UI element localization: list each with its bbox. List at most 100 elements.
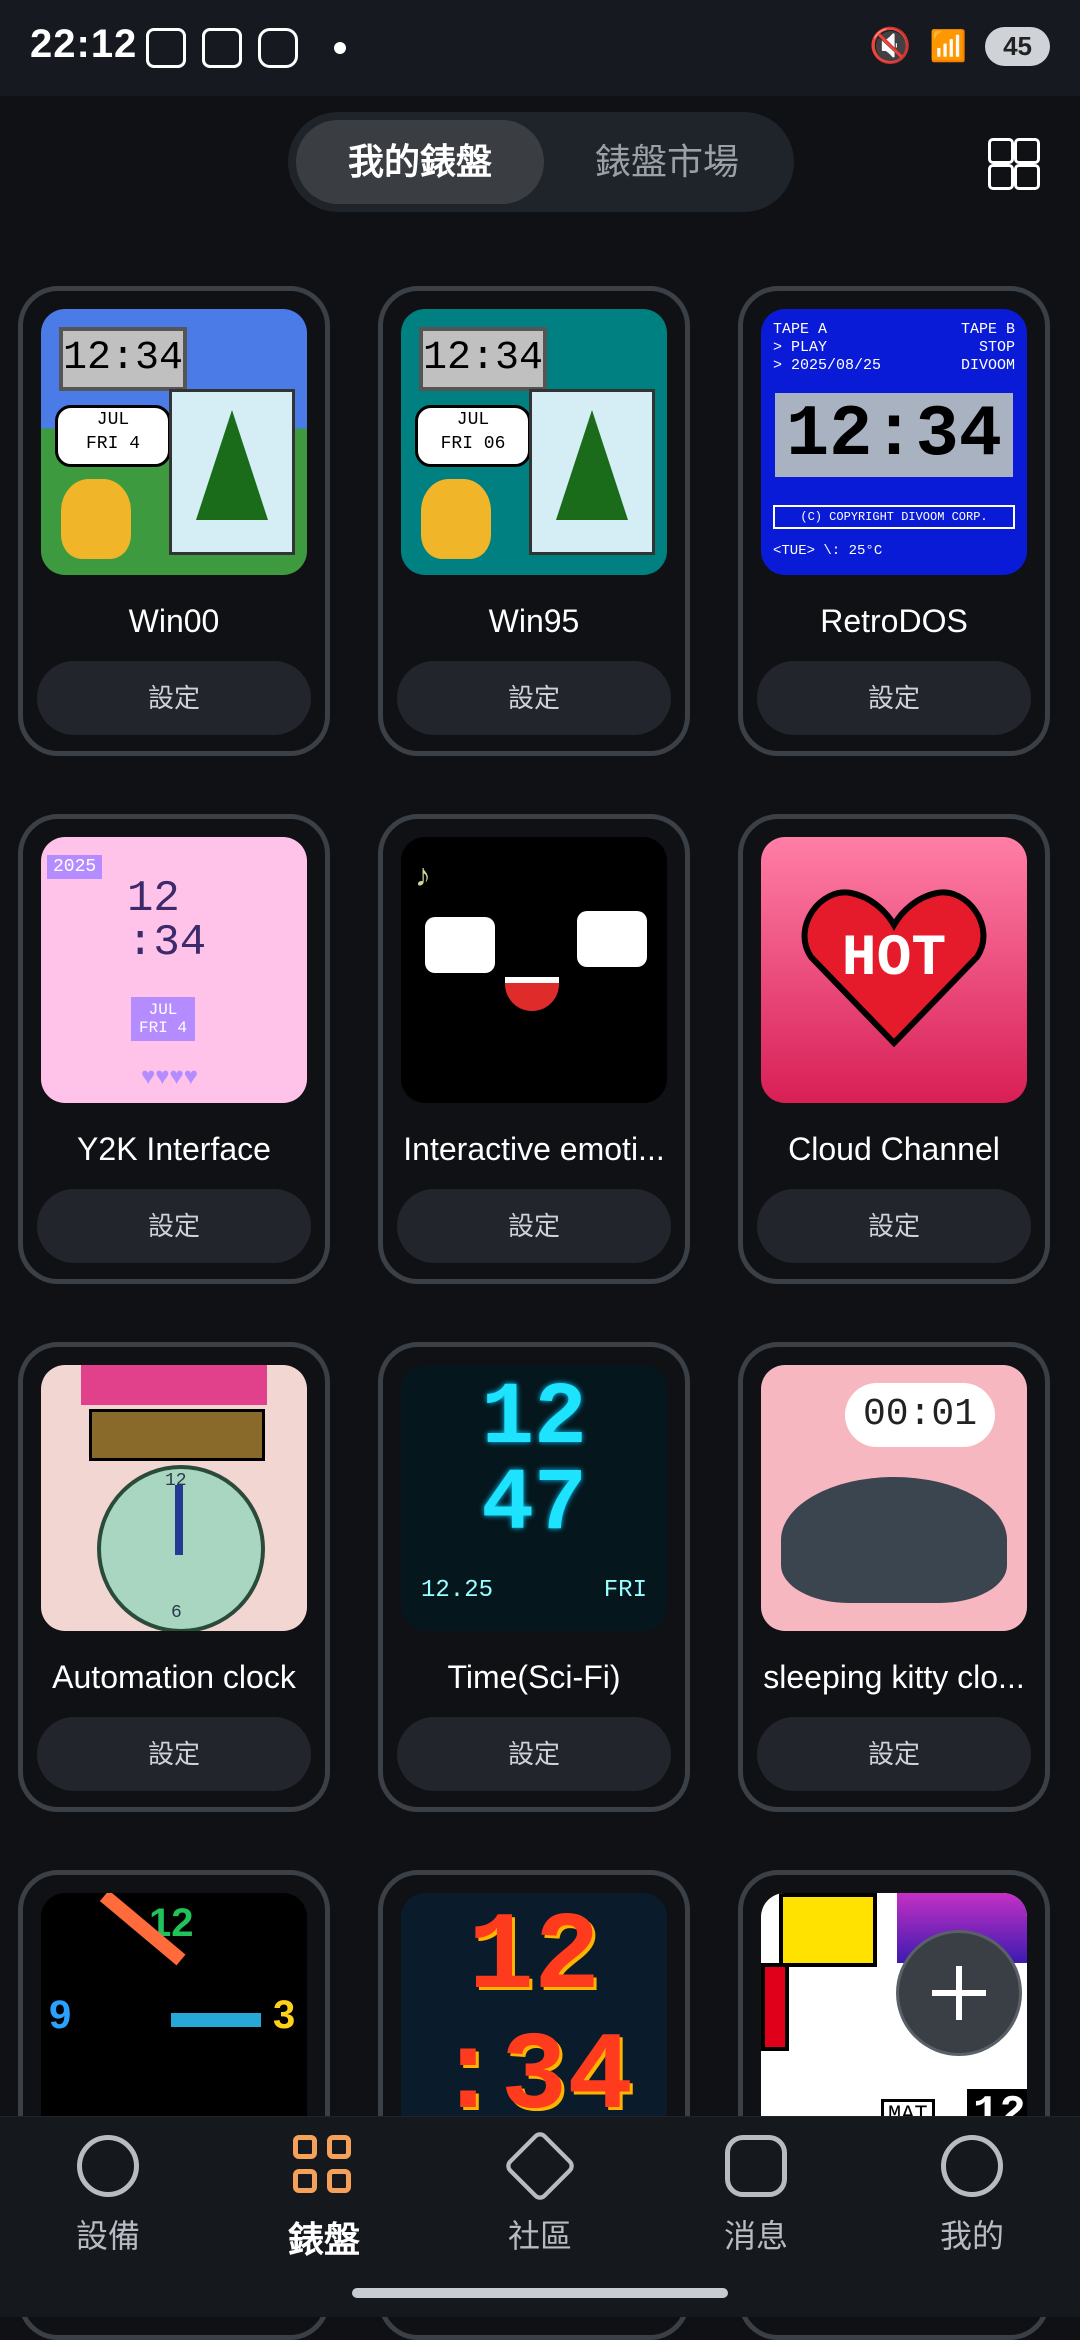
settings-button[interactable]: 設定: [757, 1717, 1031, 1791]
thumb-date: JUL FRI 4: [55, 405, 171, 467]
nav-label: 社區: [507, 2218, 572, 2254]
face-name: Time(Sci-Fi): [447, 1659, 621, 1695]
mo-app-icon: [202, 28, 242, 68]
face-card-win00[interactable]: 12:34 JUL FRI 4 Win00 設定: [18, 286, 330, 756]
nav-label: 設備: [75, 2218, 140, 2254]
thumb-date-day: FRI 4: [139, 1019, 188, 1037]
face-thumbnail: 12:34 JUL FRI 06: [401, 309, 667, 575]
thumb-date: JUL FRI 06: [415, 405, 531, 467]
face-tabs: 我的錶盤 錶盤市場: [288, 112, 794, 212]
thumb-time: 00:01: [845, 1383, 995, 1447]
pine-tree-icon: [529, 389, 655, 555]
nav-messages[interactable]: 消息: [676, 2135, 836, 2257]
face-thumbnail: 12:34 JUL FRI 4: [41, 309, 307, 575]
tab-face-market[interactable]: 錶盤市場: [548, 120, 786, 204]
face-thumbnail: 12 47 12.25 FRI: [401, 1365, 667, 1631]
instagram-icon: [258, 28, 298, 68]
settings-button[interactable]: 設定: [757, 661, 1031, 735]
thumb-hours: 12: [467, 1896, 601, 2021]
face-thumbnail: 00:01: [761, 1365, 1027, 1631]
layout-grid-icon[interactable]: [988, 138, 1040, 190]
status-bar: 22:12 🔇 📶 45: [0, 0, 1080, 96]
clock-number-6: 6: [171, 1603, 182, 1623]
thumb-hours: 12: [481, 1370, 587, 1469]
cuckoo-box-icon: [89, 1409, 265, 1461]
thumb-time: 12:34: [419, 327, 547, 391]
system-icons: 🔇 📶 45: [869, 26, 1050, 66]
left-eye-icon: [425, 917, 495, 973]
thumb-minutes: 47: [481, 1456, 587, 1555]
home-indicator[interactable]: [352, 2288, 728, 2298]
tab-my-faces[interactable]: 我的錶盤: [296, 120, 544, 204]
thumb-date: 12.25 FRI: [421, 1577, 647, 1604]
face-thumbnail: HOT: [761, 837, 1027, 1103]
wifi-icon: 📶: [929, 29, 968, 63]
settings-button[interactable]: 設定: [37, 1717, 311, 1791]
nav-profile[interactable]: 我的: [892, 2135, 1052, 2257]
clock-time: 22:12: [30, 22, 138, 66]
thumb-year: 2025: [47, 855, 103, 879]
face-name: Interactive emoti...: [403, 1131, 665, 1167]
settings-button[interactable]: 設定: [397, 661, 671, 735]
profile-icon: [941, 2135, 1003, 2197]
thumb-time: 12:34: [59, 327, 187, 391]
dog-icon: [61, 479, 131, 559]
thumb-day: FRI: [603, 1577, 647, 1604]
settings-button[interactable]: 設定: [397, 1717, 671, 1791]
tape-a-label: TAPE A: [773, 321, 828, 338]
pine-tree-icon: [169, 389, 295, 555]
nav-community[interactable]: 社區: [460, 2128, 620, 2257]
thumb-date-day: FRI 4: [85, 434, 140, 454]
add-face-button[interactable]: [896, 1930, 1022, 2056]
nav-label: 消息: [723, 2218, 788, 2254]
notification-icons: [146, 28, 346, 68]
face-card-sleeping-kitty[interactable]: 00:01 sleeping kitty clo... 設定: [738, 1342, 1050, 1812]
hearts-icon: ♥♥♥♥: [141, 1063, 198, 1090]
copyright-text: (C) COPYRIGHT DIVOOM CORP.: [773, 505, 1015, 529]
face-thumbnail: ♪: [401, 837, 667, 1103]
face-card-emotion[interactable]: ♪ Interactive emoti... 設定: [378, 814, 690, 1284]
face-card-win95[interactable]: 12:34 JUL FRI 06 Win95 設定: [378, 286, 690, 756]
right-eye-icon: [577, 911, 647, 967]
brand-label: DIVOOM: [960, 357, 1015, 374]
face-card-automation-clock[interactable]: 12 6 Automation clock 設定: [18, 1342, 330, 1812]
face-thumbnail: 12 6: [41, 1365, 307, 1631]
tape-b-label: TAPE B: [960, 321, 1015, 338]
cube-icon: [502, 2128, 578, 2204]
thumb-date-value: 12.25: [421, 1577, 494, 1604]
dog-icon: [421, 479, 491, 559]
settings-button[interactable]: 設定: [397, 1189, 671, 1263]
thumb-date-month: JUL: [96, 410, 130, 430]
weather-text: <TUE> \: 25°C: [773, 543, 883, 559]
nav-label: 我的: [939, 2218, 1004, 2254]
thumb-hours: 12: [127, 874, 180, 924]
face-card-cloud-channel[interactable]: HOT Cloud Channel 設定: [738, 814, 1050, 1284]
face-card-retrodos[interactable]: TAPE A TAPE B > PLAY STOP > 2025/08/25 D…: [738, 286, 1050, 756]
red-block: [761, 1963, 789, 2051]
thumb-minutes: :34: [127, 918, 207, 968]
more-notifications-icon: [334, 42, 346, 54]
thumb-time: 12:34: [775, 393, 1013, 477]
face-name: Y2K Interface: [77, 1131, 271, 1167]
date-label: > 2025/08/25: [773, 357, 882, 374]
date-line: > 2025/08/25 DIVOOM: [773, 357, 1015, 374]
thumb-time: 12 :34: [411, 1899, 657, 2139]
nav-devices[interactable]: 設備: [28, 2135, 188, 2257]
face-name: Win00: [128, 603, 220, 639]
roof-icon: [81, 1365, 267, 1405]
face-name: sleeping kitty clo...: [763, 1659, 1025, 1695]
settings-button[interactable]: 設定: [37, 1189, 311, 1263]
settings-button[interactable]: 設定: [757, 1189, 1031, 1263]
yellow-block: [779, 1893, 877, 1967]
face-card-scifi[interactable]: 12 47 12.25 FRI Time(Sci-Fi) 設定: [378, 1342, 690, 1812]
settings-button[interactable]: 設定: [37, 661, 311, 735]
face-thumbnail: 2025 12 :34 JUL FRI 4 ♥♥♥♥: [41, 837, 307, 1103]
sleeping-cat-icon: [781, 1477, 1007, 1603]
grid-icon: [293, 2135, 355, 2197]
thumb-date: JUL FRI 4: [131, 997, 196, 1041]
nav-faces[interactable]: 錶盤: [244, 2135, 404, 2263]
face-name: RetroDOS: [820, 603, 968, 639]
face-card-y2k[interactable]: 2025 12 :34 JUL FRI 4 ♥♥♥♥ Y2K Interface…: [18, 814, 330, 1284]
clock-hand-icon: [175, 1485, 183, 1555]
nav-label: 錶盤: [287, 2219, 360, 2260]
